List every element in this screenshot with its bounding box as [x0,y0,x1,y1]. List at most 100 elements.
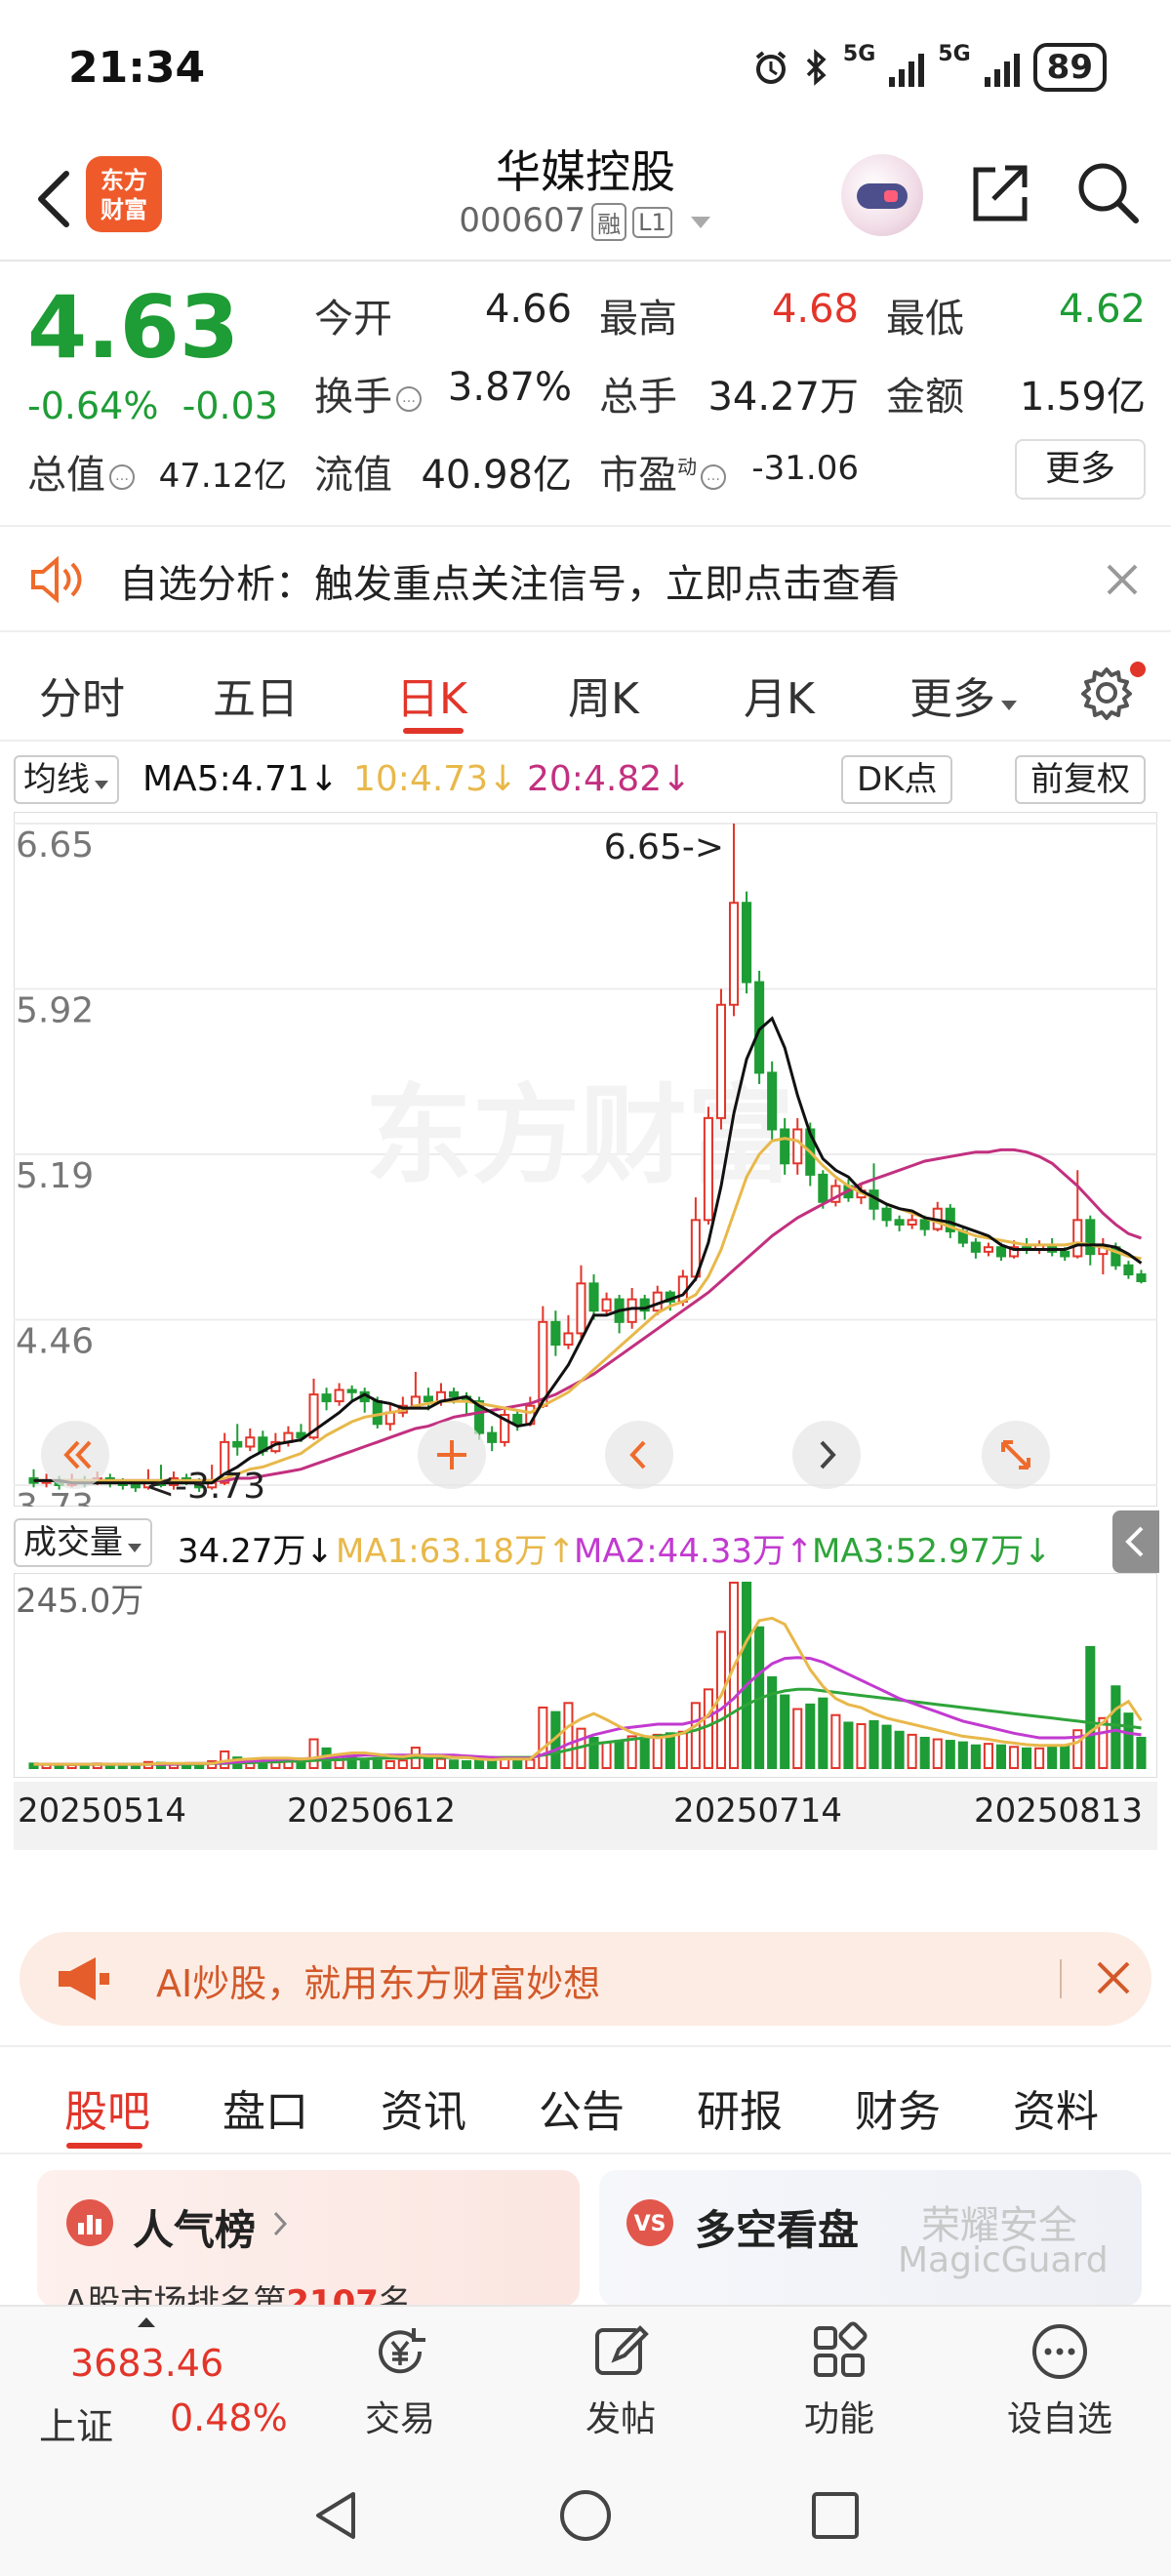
tab-orderbook[interactable]: 盘口 [222,2076,308,2139]
volume-bar-up [830,1713,841,1769]
tab-news[interactable]: 资讯 [381,2076,466,2139]
rank-suffix: 名 [378,2283,412,2307]
volume-bar-up [397,1759,408,1770]
caret-up-icon [138,2317,155,2327]
high-value: 4.68 [771,287,859,332]
speaker-icon [31,555,82,604]
robot-face-icon [857,183,908,209]
share-icon[interactable] [966,158,1034,226]
active-tab-indicator [66,2143,142,2149]
caret-down-icon [95,781,108,789]
signal-label-1: 5G [842,41,876,66]
tab-research[interactable]: 研报 [697,2076,783,2139]
chevron-right-icon [273,2211,288,2236]
dk-point-button[interactable]: DK点 [841,755,953,804]
close-icon[interactable] [1103,560,1142,599]
assistant-avatar[interactable] [841,154,923,236]
open-value: 4.66 [484,287,572,332]
home-circle-icon[interactable] [558,2488,613,2543]
zoom-in-button[interactable] [418,1421,486,1489]
bull-bear-card[interactable]: VS 多空看盘 荣耀安全 MagicGuard [599,2170,1142,2307]
max-price-annotation: 6.65-> [604,827,724,867]
candle-up [576,1282,586,1335]
tab-intraday[interactable]: 分时 [39,664,125,726]
vol-ma1: MA1:63.18万↑ [336,1532,576,1571]
candle-up [601,1298,612,1312]
back-triangle-icon[interactable] [310,2488,363,2543]
volume-bar-up [652,1733,663,1769]
popularity-card[interactable]: 人气榜 A股市场排名第2107名 [37,2170,580,2307]
vol-ma3: MA3:52.97万↓ [812,1532,1052,1571]
tab-profile[interactable]: 资料 [1013,2076,1099,2139]
volume-bar-down [970,1744,981,1770]
volume-bar-up [435,1757,447,1770]
tab-monthly-k[interactable]: 月K [744,664,815,726]
fullscreen-button[interactable] [982,1421,1050,1489]
recents-square-icon[interactable] [810,2490,861,2541]
min-price-annotation: <-3.73 [145,1467,265,1507]
index-ticker[interactable]: 3683.46 上证 0.48% [0,2307,293,2451]
info-icon: … [396,386,422,412]
bottom-nav: 3683.46 上证 0.48% 交易 发帖 功能 设自选 [0,2305,1171,2449]
mktcap-value: 47.12亿 [158,457,287,496]
close-icon[interactable] [1093,1957,1134,1998]
caret-down-icon [690,216,710,228]
y-tick-label: 3.73 [16,1487,94,1507]
volume-bar-up [932,1738,943,1769]
turnover-label[interactable]: 换手… [314,365,422,422]
kline-chart[interactable]: 东方财富 6.655.925.194.463.736.65-><-3.73 [14,812,1157,1507]
tab-more-label: 更多 [909,674,995,724]
volume-bar-down [881,1724,892,1769]
tab-weekly-k[interactable]: 周K [568,664,639,726]
tab-daily-k[interactable]: 日K [396,664,467,726]
amount-label: 金额 [886,375,964,420]
volume-bar-down [665,1732,675,1770]
tab-financials[interactable]: 财务 [855,2076,941,2139]
yen-cycle-icon [379,2328,425,2374]
index-name: 上证 [39,2405,114,2448]
nav-watchlist[interactable]: 设自选 [991,2320,1128,2441]
volume-bar-down [780,1694,790,1769]
volume-bar-down [919,1736,930,1770]
gear-icon[interactable] [1077,664,1136,722]
scroll-start-button[interactable] [41,1421,109,1489]
candle-down [894,1219,905,1226]
indicator-dropdown[interactable]: 均线 [14,755,119,804]
tab-five-day[interactable]: 五日 [213,664,299,726]
ai-ad-banner[interactable]: AI炒股，就用东方财富妙想 [20,1932,1151,2026]
volume-legend: 成交量 34.27万↓ MA1:63.18万↑ MA2:44.33万↑ MA3:… [0,1514,1171,1571]
y-tick-label: 5.19 [16,1156,94,1196]
volume-bar-down [818,1697,828,1769]
turnover-value: 3.87% [447,365,572,410]
volume-chart[interactable]: 245.0万 [14,1573,1157,1778]
volume-bar-down [372,1759,383,1770]
volume-dropdown[interactable]: 成交量 [14,1518,152,1567]
tab-announcements[interactable]: 公告 [539,2076,625,2139]
rank-prefix: A股市场排名第 [64,2283,287,2307]
grid-icon [814,2321,868,2377]
search-icon[interactable] [1073,158,1142,226]
nav-trade[interactable]: 交易 [332,2320,468,2441]
ranking-icon [66,2199,113,2246]
nav-post[interactable]: 发帖 [552,2320,689,2441]
collapse-panel-button[interactable] [1112,1510,1159,1573]
mktcap-label[interactable]: 总值… [27,443,135,500]
tab-forum[interactable]: 股吧 [64,2076,150,2139]
nav-functions[interactable]: 功能 [771,2320,908,2441]
pe-label[interactable]: 市盈动… [599,443,726,500]
candle-up [626,1298,637,1323]
tab-more[interactable]: 更多 [909,664,1019,726]
scroll-left-button[interactable] [605,1421,673,1489]
candle-up [245,1436,256,1448]
volume-bar-down [448,1759,460,1770]
signal-label-2: 5G [938,41,971,66]
alert-banner[interactable]: 自选分析：触发重点关注信号，立即点击查看 [0,525,1171,632]
volume-bar-down [945,1740,955,1770]
low-value: 4.62 [1058,287,1146,332]
change-abs: -0.03 [182,384,278,427]
scroll-right-button[interactable] [792,1421,861,1489]
price-adjust-button[interactable]: 前复权 [1015,755,1146,804]
volume-bar-down [1123,1712,1134,1770]
volume-bar-up [601,1741,612,1770]
more-button[interactable]: 更多 [1015,439,1146,500]
